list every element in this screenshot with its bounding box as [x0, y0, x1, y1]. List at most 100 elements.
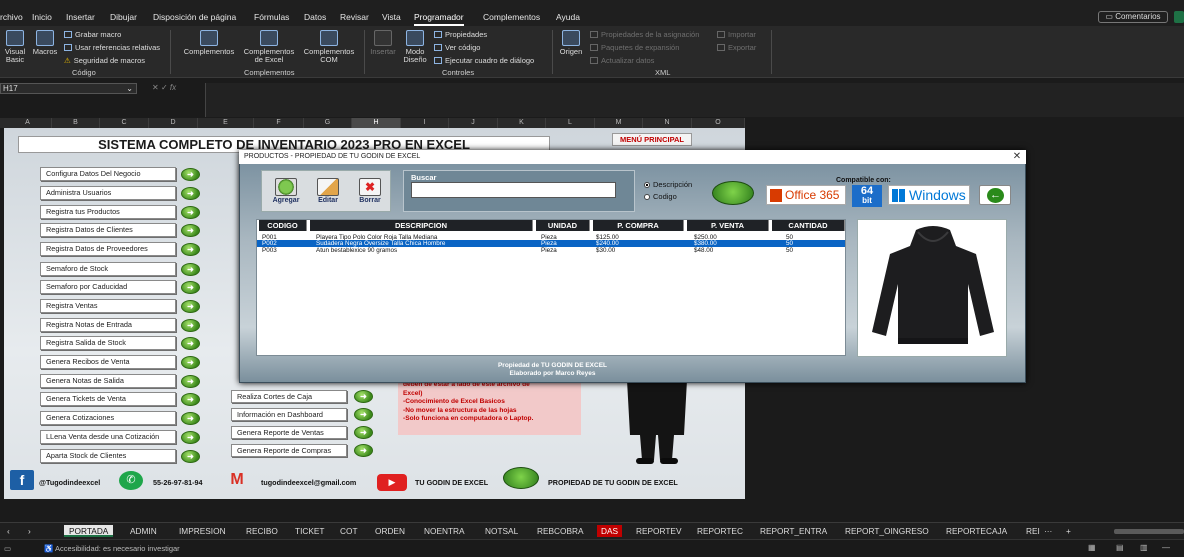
whatsapp-icon[interactable]: ✆	[119, 471, 143, 490]
exportar-button[interactable]: Exportar	[717, 43, 756, 52]
sheet-tab-reportecaja[interactable]: REPORTECAJA	[946, 525, 1007, 537]
configura-datos-button[interactable]: Configura Datos Del Negocio	[40, 167, 176, 181]
sheet-tab-rebcobra[interactable]: REBCOBRA	[537, 525, 584, 537]
go-arrow-icon[interactable]: ➜	[181, 375, 200, 388]
sheet-tab-rei[interactable]: REI	[1026, 525, 1040, 537]
tab-vista[interactable]: Vista	[382, 12, 401, 22]
semaforo-stock-button[interactable]: Semaforo de Stock	[40, 262, 176, 276]
modo-diseno-button[interactable]: Modo Diseño	[400, 30, 430, 64]
tab-programador[interactable]: Programador	[414, 12, 464, 26]
search-input[interactable]	[411, 182, 616, 198]
visual-basic-button[interactable]: Visual Basic	[2, 30, 28, 64]
tab-complementos[interactable]: Complementos	[483, 12, 540, 22]
tab-datos[interactable]: Datos	[304, 12, 326, 22]
go-arrow-icon[interactable]: ➜	[181, 206, 200, 219]
column-header-selected[interactable]: H	[352, 118, 401, 128]
normal-view-icon[interactable]: ▦	[1088, 543, 1096, 552]
cortes-caja-button[interactable]: Realiza Cortes de Caja	[231, 390, 347, 403]
go-arrow-icon[interactable]: ➜	[181, 263, 200, 276]
aparta-stock-button[interactable]: Aparta Stock de Clientes	[40, 449, 176, 463]
close-icon[interactable]: ✕	[1011, 151, 1023, 163]
propiedades-button[interactable]: Propiedades	[434, 30, 487, 39]
complementos-excel-button[interactable]: Complementos de Excel	[240, 30, 298, 64]
registra-proveedores-button[interactable]: Registra Datos de Proveedores	[40, 242, 176, 256]
macros-button[interactable]: Macros	[31, 30, 59, 56]
go-arrow-icon[interactable]: ➜	[181, 431, 200, 444]
tab-inicio[interactable]: Inicio	[32, 12, 52, 22]
table-row-selected[interactable]: P002 Sudadera Negra Oversize Talla Chica…	[257, 240, 845, 247]
registra-ventas-button[interactable]: Registra Ventas	[40, 299, 176, 313]
reporte-ventas-button[interactable]: Genera Reporte de Ventas	[231, 426, 347, 439]
accessibility-status[interactable]: ♿ Accesibilidad: es necesario investigar	[44, 544, 180, 553]
genera-cotizaciones-button[interactable]: Genera Cotizaciones	[40, 411, 176, 425]
prop-asignacion-button[interactable]: Propiedades de la asignación	[590, 30, 699, 39]
genera-notas-salida-button[interactable]: Genera Notas de Salida	[40, 374, 176, 388]
go-arrow-icon[interactable]: ➜	[181, 243, 200, 256]
column-header[interactable]: A	[4, 118, 52, 128]
tab-insertar[interactable]: Insertar	[66, 12, 95, 22]
agregar-button[interactable]: Agregar	[268, 178, 304, 204]
tab-revisar[interactable]: Revisar	[340, 12, 369, 22]
radio-codigo[interactable]: Codigo	[644, 192, 677, 201]
seguridad-macros-button[interactable]: ⚠ Seguridad de macros	[64, 56, 145, 65]
go-arrow-icon[interactable]: ➜	[181, 356, 200, 369]
radio-descripcion[interactable]: Descripción	[644, 180, 692, 189]
go-arrow-icon[interactable]: ➜	[181, 393, 200, 406]
column-header[interactable]: M	[595, 118, 643, 128]
menu-principal-button[interactable]: MENÚ PRINCIPAL	[612, 133, 692, 146]
go-arrow-icon[interactable]: ➜	[181, 450, 200, 463]
registra-productos-button[interactable]: Registra tus Productos	[40, 205, 176, 219]
editar-button[interactable]: Editar	[311, 178, 345, 204]
grabar-macro-button[interactable]: Grabar macro	[64, 30, 121, 39]
tab-formulas[interactable]: Fórmulas	[254, 12, 289, 22]
page-layout-icon[interactable]: ▤	[1116, 543, 1124, 552]
tab-scroll-left-icon[interactable]: ‹	[7, 525, 10, 537]
genera-recibos-button[interactable]: Genera Recibos de Venta	[40, 355, 176, 369]
go-arrow-icon[interactable]: ➜	[181, 337, 200, 350]
ejecutar-dialogo-button[interactable]: Ejecutar cuadro de diálogo	[434, 56, 534, 65]
page-break-icon[interactable]: ▥	[1140, 543, 1148, 552]
share-button[interactable]	[1174, 11, 1184, 23]
registra-clientes-button[interactable]: Registra Datos de Clientes	[40, 223, 176, 237]
column-header[interactable]: N	[643, 118, 692, 128]
tab-scroll-right-icon[interactable]: ›	[28, 525, 31, 537]
sheet-tab-das[interactable]: DAS	[597, 525, 623, 537]
go-arrow-icon[interactable]: ➜	[181, 168, 200, 181]
sheet-tab-portada[interactable]: PORTADA	[64, 525, 114, 537]
column-header[interactable]: E	[198, 118, 254, 128]
column-header[interactable]: C	[100, 118, 149, 128]
comments-button[interactable]: ▭ Comentarios	[1098, 11, 1168, 23]
go-arrow-icon[interactable]: ➜	[354, 390, 373, 403]
fx-icon[interactable]: fx	[170, 83, 176, 92]
go-arrow-icon[interactable]: ➜	[181, 281, 200, 294]
actualizar-datos-button[interactable]: Actualizar datos	[590, 56, 654, 65]
column-header[interactable]: L	[546, 118, 595, 128]
registra-salida-stock-button[interactable]: Registra Salida de Stock	[40, 336, 176, 350]
go-arrow-icon[interactable]: ➜	[181, 300, 200, 313]
go-arrow-icon[interactable]: ➜	[354, 444, 373, 457]
importar-button[interactable]: Importar	[717, 30, 756, 39]
column-header[interactable]: B	[52, 118, 100, 128]
go-arrow-icon[interactable]: ➜	[181, 319, 200, 332]
sheet-tab-notsal[interactable]: NOTSAL	[485, 525, 518, 537]
cancel-icon[interactable]: ✕	[152, 83, 161, 92]
sheet-tab-noentra[interactable]: NOENTRA	[424, 525, 465, 537]
table-row[interactable]: P003 Atun bestablexice 90 gramos Pieza $…	[257, 247, 845, 254]
zoom-out-icon[interactable]: —	[1162, 543, 1170, 552]
usar-referencias-button[interactable]: Usar referencias relativas	[64, 43, 160, 52]
complementos-button[interactable]: Complementos	[180, 30, 238, 56]
column-header[interactable]: J	[449, 118, 498, 128]
facebook-icon[interactable]: f	[10, 470, 34, 490]
tab-ayuda[interactable]: Ayuda	[556, 12, 580, 22]
sheet-tab-reportev[interactable]: REPORTEV	[636, 525, 682, 537]
borrar-button[interactable]: ✖ Borrar	[353, 178, 387, 204]
back-button[interactable]: ←	[979, 185, 1011, 205]
genera-tickets-button[interactable]: Genera Tickets de Venta	[40, 392, 176, 406]
column-header[interactable]: F	[254, 118, 304, 128]
dashboard-button[interactable]: Información en Dashboard	[231, 408, 347, 421]
sheet-tab-admin[interactable]: ADMIN	[130, 525, 157, 537]
sheet-tab-report-entra[interactable]: REPORT_ENTRA	[760, 525, 827, 537]
complementos-com-button[interactable]: Complementos COM	[300, 30, 358, 64]
sheet-tab-impresion[interactable]: IMPRESION	[179, 525, 226, 537]
name-box[interactable]: H17 ⌄	[0, 83, 137, 94]
